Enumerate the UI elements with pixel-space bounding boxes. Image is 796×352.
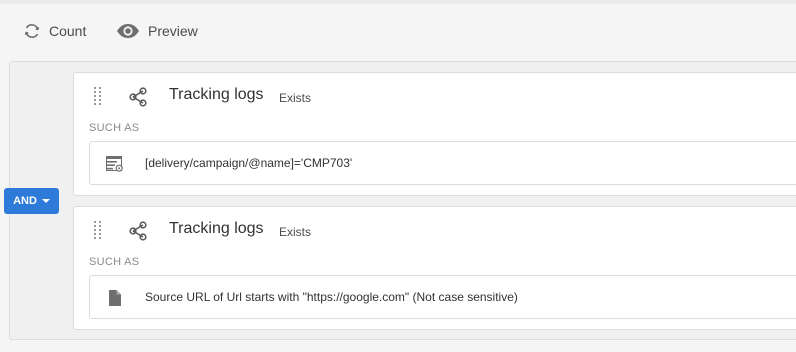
eye-icon <box>116 23 140 39</box>
condition-text: [delivery/campaign/@name]='CMP703' <box>145 156 353 170</box>
drag-handle-icon[interactable] <box>94 221 102 246</box>
rule-qualifier: Exists <box>279 225 312 239</box>
condition-text: Source URL of Url starts with "https://g… <box>145 290 518 304</box>
toolbar: Count Preview <box>0 4 796 58</box>
rule-title: Tracking logs <box>169 86 264 103</box>
condition-row[interactable]: Source URL of Url starts with "https://g… <box>89 275 796 319</box>
document-icon <box>106 289 124 312</box>
expression-settings-icon <box>106 155 124 178</box>
drag-handle-icon[interactable] <box>94 87 102 112</box>
rule-card: Tracking logs Exists SUCH AS [delivery/c… <box>73 72 796 196</box>
section-label: SUCH AS <box>89 256 140 268</box>
and-operator-button[interactable]: AND <box>4 188 59 214</box>
rule-card: Tracking logs Exists SUCH AS Source URL … <box>73 206 796 330</box>
link-share-icon <box>128 221 148 246</box>
refresh-icon <box>23 22 41 40</box>
preview-label: Preview <box>148 23 198 39</box>
rule-qualifier: Exists <box>279 91 312 105</box>
preview-button[interactable]: Preview <box>116 4 198 58</box>
and-label: AND <box>13 195 37 207</box>
link-share-icon <box>128 87 148 112</box>
count-label: Count <box>49 23 87 39</box>
condition-row[interactable]: [delivery/campaign/@name]='CMP703' <box>89 141 796 185</box>
rule-title: Tracking logs <box>169 220 264 237</box>
section-label: SUCH AS <box>89 122 140 134</box>
count-button[interactable]: Count <box>23 4 86 58</box>
chevron-down-icon <box>41 199 50 203</box>
